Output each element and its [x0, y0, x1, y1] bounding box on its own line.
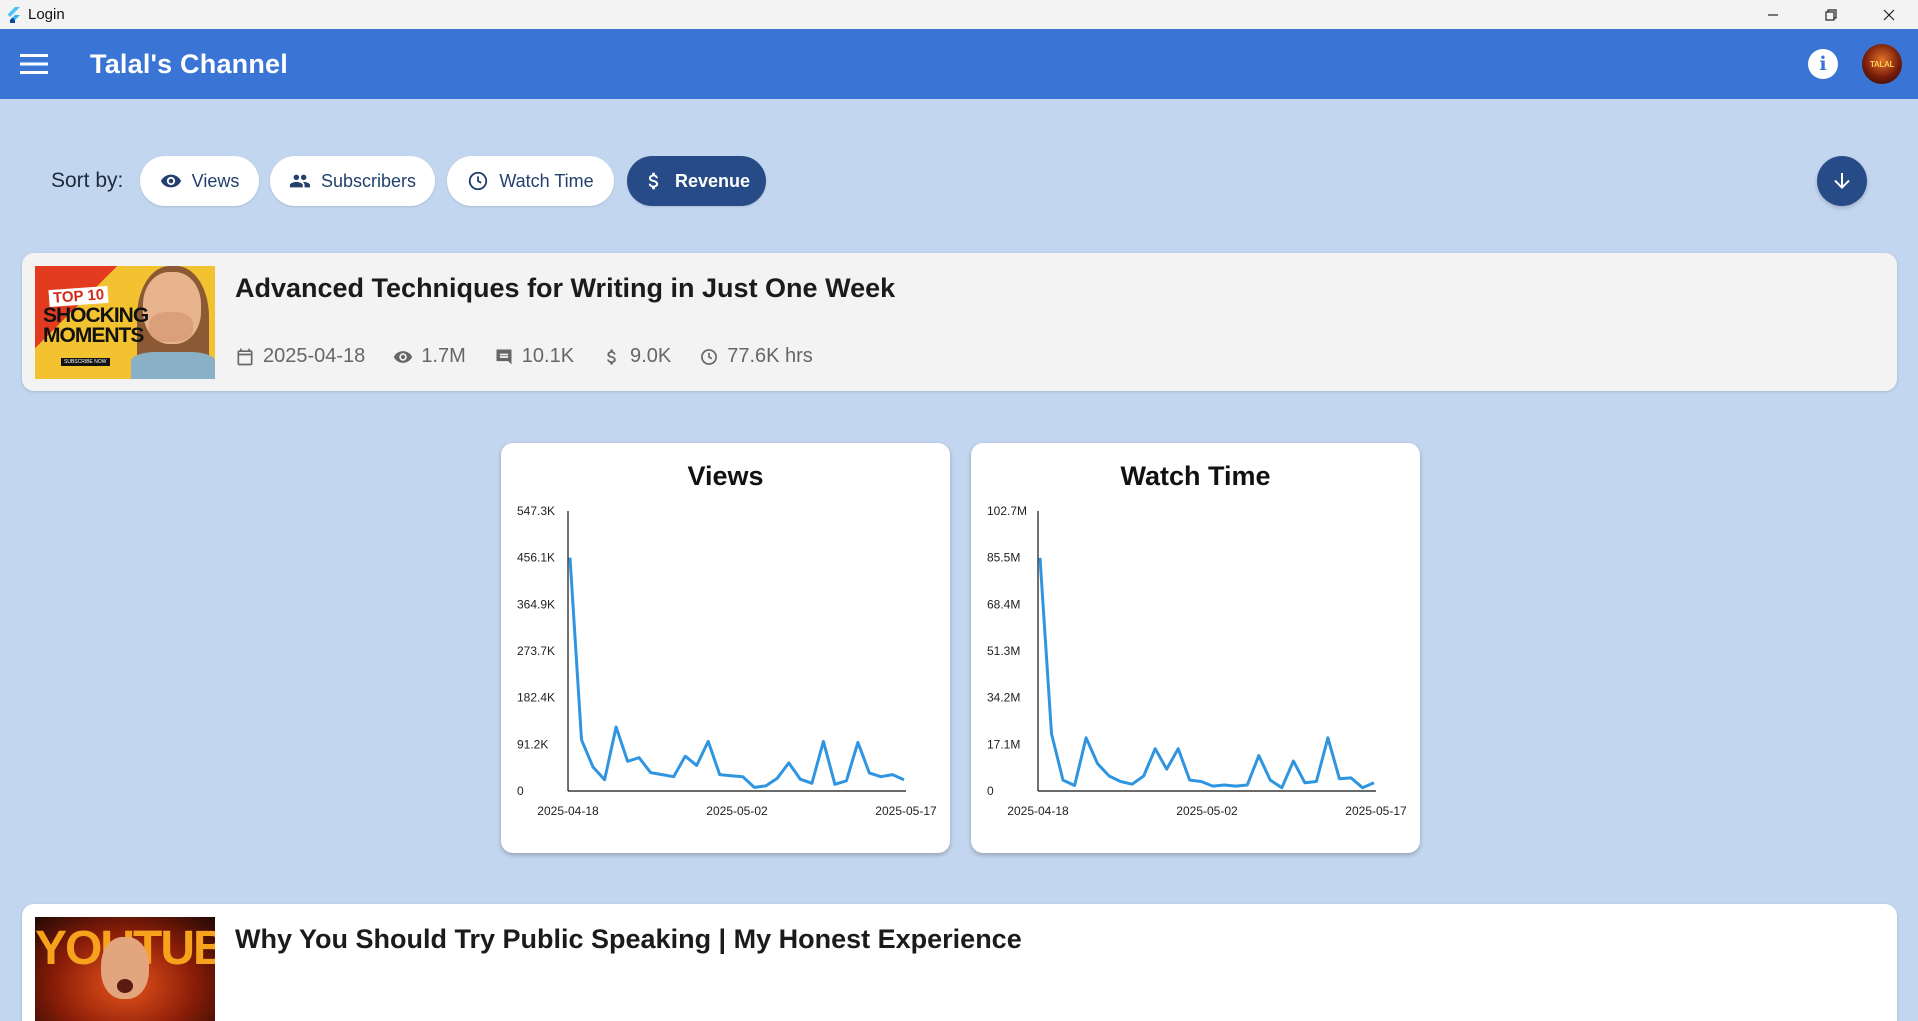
avatar-text: TALAL: [1869, 59, 1895, 69]
people-icon: [289, 174, 311, 188]
stat-watch-time: 77.6K hrs: [699, 345, 813, 368]
stat-date: 2025-04-18: [235, 345, 365, 368]
sort-chip-views[interactable]: Views: [140, 156, 259, 206]
sort-chip-revenue[interactable]: Revenue: [627, 156, 766, 206]
sort-chip-label: Subscribers: [320, 170, 417, 191]
thumbnail-caption-sub: SUBSCRIBE NOW: [61, 358, 110, 366]
flutter-logo-icon: [7, 6, 20, 23]
views-chart-card: Views 0 91.2K 182.4K 273.7K 364.9K 456.1K 547.…: [501, 443, 950, 853]
y-tick-label: 34.2M: [987, 691, 1020, 705]
close-icon: [1883, 9, 1895, 20]
info-button[interactable]: i: [1808, 49, 1838, 79]
thumbnail-caption-main: SHOCKING MOMENTS: [43, 304, 149, 347]
window-title: Login: [28, 6, 65, 23]
watch-time-chart-card: Watch Time 0 17.1M 34.2M 51.3M 68.4M 85.5M 102…: [971, 443, 1420, 853]
y-tick-label: 547.3K: [517, 504, 555, 518]
y-tick-label: 102.7M: [987, 504, 1027, 518]
sort-chip-label: Watch Time: [499, 170, 594, 191]
y-tick-label: 51.3M: [987, 644, 1020, 658]
stat-comments-value: 10.1K: [521, 345, 575, 367]
eye-icon: [394, 350, 413, 363]
stat-revenue: 9.0K: [602, 345, 671, 368]
restore-icon: [1825, 8, 1837, 21]
video-card[interactable]: TOP 10 SHOCKING MOMENTS SUBSCRIBE NOW Ad…: [22, 253, 1897, 391]
y-tick-label: 0: [517, 784, 524, 798]
series-line: [1038, 557, 1375, 790]
sort-chip-subscribers[interactable]: Subscribers: [270, 156, 435, 206]
views-line-chart: 0 91.2K 182.4K 273.7K 364.9K 456.1K 547.3K 2025…: [517, 504, 937, 818]
sort-order-button[interactable]: [1817, 156, 1867, 206]
stat-revenue-value: 9.0K: [630, 345, 672, 367]
channel-title: Talal's Channel: [90, 48, 288, 79]
y-tick-label: 68.4M: [987, 597, 1020, 611]
menu-button[interactable]: [18, 48, 50, 80]
series-line: [568, 557, 905, 789]
stat-comments: 10.1K: [494, 345, 574, 368]
sort-chip-label: Views: [191, 170, 240, 191]
y-tick-label: 0: [987, 784, 994, 798]
video-thumbnail: YOUTUBE: [35, 917, 215, 1021]
x-tick-label: 2025-05-02: [706, 804, 768, 818]
app-bar: Talal's Channel i TALAL: [0, 29, 1918, 99]
minimize-icon: [1768, 13, 1778, 16]
stat-watch-time-value: 77.6K hrs: [727, 345, 813, 367]
video-thumbnail: TOP 10 SHOCKING MOMENTS SUBSCRIBE NOW: [35, 266, 215, 379]
sort-label: Sort by:: [51, 169, 124, 192]
x-tick-label: 2025-05-17: [1345, 804, 1407, 818]
stat-views: 1.7M: [393, 345, 466, 368]
x-tick-label: 2025-05-02: [1176, 804, 1238, 818]
y-tick-label: 273.7K: [517, 644, 555, 658]
dollar-icon: [648, 172, 659, 190]
x-tick-label: 2025-05-17: [875, 804, 937, 818]
minimize-button[interactable]: [1744, 0, 1802, 29]
x-tick-label: 2025-04-18: [1007, 804, 1069, 818]
y-tick-label: 364.9K: [517, 597, 555, 611]
avatar[interactable]: TALAL: [1862, 44, 1902, 84]
video-title: Advanced Techniques for Writing in Just …: [235, 273, 896, 303]
watch-time-line-chart: 0 17.1M 34.2M 51.3M 68.4M 85.5M 102.7M 2025-04-…: [987, 504, 1407, 818]
info-icon: i: [1819, 53, 1827, 75]
y-tick-label: 85.5M: [987, 551, 1020, 565]
stat-date-value: 2025-04-18: [263, 345, 366, 367]
sort-chip-label: Revenue: [674, 170, 751, 191]
comment-icon: [496, 349, 512, 364]
y-tick-label: 182.4K: [517, 691, 555, 705]
x-tick-label: 2025-04-18: [537, 804, 599, 818]
clock-icon: [469, 171, 488, 191]
y-tick-label: 456.1K: [517, 551, 555, 565]
window-titlebar: Login: [0, 0, 1918, 29]
stat-views-value: 1.7M: [421, 345, 466, 367]
video-title: Why You Should Try Public Speaking | My …: [235, 924, 1022, 954]
sort-chip-watch-time[interactable]: Watch Time: [447, 156, 614, 206]
y-tick-label: 91.2K: [517, 737, 548, 751]
hamburger-menu-icon: [20, 54, 48, 74]
window-controls: [1744, 0, 1918, 29]
restore-button[interactable]: [1802, 0, 1860, 29]
dollar-icon: [607, 349, 616, 364]
arrow-down-icon: [1834, 173, 1850, 189]
video-card[interactable]: YOUTUBE Why You Should Try Public Speaki…: [22, 904, 1897, 1021]
video-stats: 2025-04-18 1.7M 10.1K 9.0K 77.6K hrs: [235, 345, 841, 368]
eye-icon: [160, 174, 181, 188]
clock-icon: [701, 348, 718, 365]
calendar-icon: [237, 348, 253, 365]
close-button[interactable]: [1860, 0, 1918, 29]
y-tick-label: 17.1M: [987, 737, 1020, 751]
sort-bar: Sort by: Views Subscribers Watch Time Re…: [0, 155, 1918, 207]
